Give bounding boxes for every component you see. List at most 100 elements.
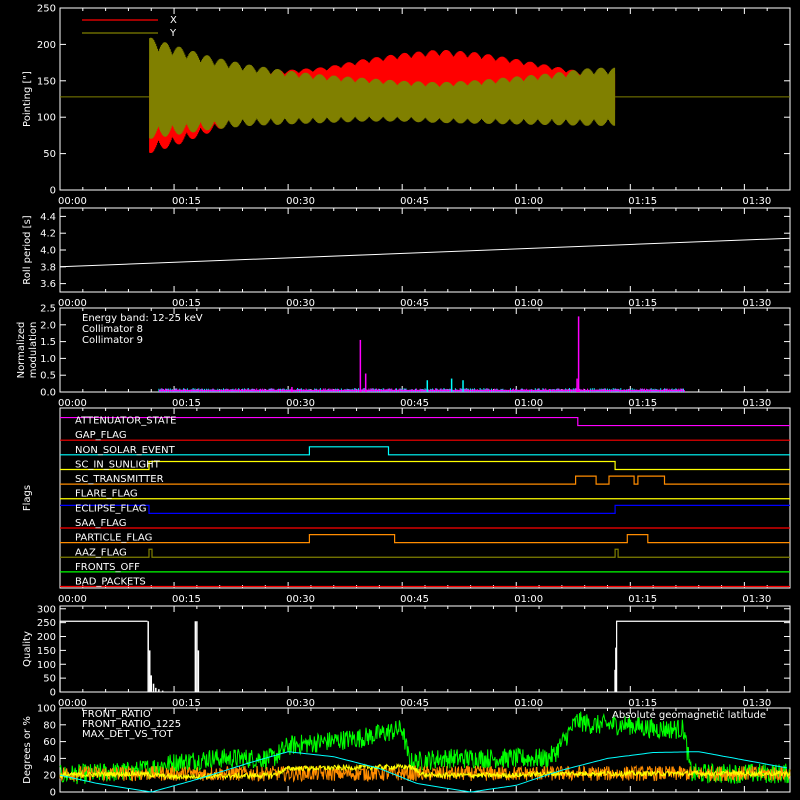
y-tick-label: 60 (43, 737, 56, 748)
y-tick-label: 20 (43, 771, 56, 782)
y-tick-label: 100 (37, 113, 56, 124)
panel-5: Degrees or %020406080100 FRONT_RATIOFRONT… (22, 704, 791, 799)
x-tick-label: 01:30 (742, 398, 771, 409)
legend-label-x: X (170, 15, 177, 26)
y-tick-label: 100 (37, 660, 56, 671)
x-tick-label: 00:45 (400, 398, 429, 409)
y-tick-label: 0 (50, 688, 56, 699)
y-axis-label: Degrees or % (22, 716, 33, 784)
x-tick-label: 01:30 (742, 698, 771, 709)
panel-4: Quality 0 50 100 150 200 250 300 00:00 00:15 00:30… (22, 604, 791, 709)
y-tick-label: 3.6 (40, 279, 56, 290)
flag-label-flare-flag: FLARE_FLAG (75, 489, 138, 500)
y-tick-label: 4.2 (40, 229, 56, 240)
flag-label-saa-flag: SAA_FLAG (75, 518, 126, 529)
y-tick-label: 0.5 (40, 371, 56, 382)
quicklook-chart: Pointing ["]05010015020025000:00 00:15 00:… (16, 4, 791, 799)
x-tick-label: 00:15 (172, 594, 201, 605)
legend-label-collimator: Collimator 8 (82, 324, 143, 335)
y-tick-label: 0 (50, 186, 56, 197)
y-tick-label: 300 (37, 604, 56, 615)
x-tick-label: 01:00 (514, 298, 543, 309)
roll-period-line (59, 237, 791, 268)
x-tick-label: 00:15 (172, 196, 201, 207)
legend-label-y: Y (169, 28, 177, 39)
flag-trace-sc-in-sunlight (60, 460, 790, 471)
x-tick-label: 00:15 (172, 298, 201, 309)
panel-frame (59, 605, 791, 693)
panel-3: Flags 00:00 00:15 00:30 00:45 01:00 01:15 01:30… (22, 407, 791, 605)
y-axis-label-line: modulation (28, 322, 39, 379)
x-tick-label: 01:00 (514, 594, 543, 605)
flag-label-particle-flag: PARTICLE_FLAG (75, 533, 152, 544)
panel-frame (59, 207, 791, 293)
y-tick-label: 0 (50, 788, 56, 799)
panel-2: Normalizedmodulation0.0 0.5 1.0 1.5 2.0 2.5 00… (16, 304, 791, 409)
y-axis-label: Pointing ["] (22, 71, 33, 127)
y-axis-label: Roll period [s] (22, 215, 33, 284)
y-tick-label: 200 (37, 632, 56, 643)
flag-label-aaz-flag: AAZ_FLAG (75, 547, 127, 558)
flag-label-sc-transmitter: SC_TRANSMITTER (75, 474, 164, 485)
flag-label-eclipse-flag: ECLIPSE_FLAG (75, 503, 146, 514)
x-tick-label: 00:00 (58, 298, 87, 309)
y-tick-label: 2.0 (40, 320, 56, 331)
legend-label-collimator: Collimator 9 (82, 335, 143, 346)
y-axis-label: Flags (22, 485, 33, 511)
flag-trace-aaz-flag (60, 548, 790, 558)
x-tick-label: 00:30 (286, 298, 315, 309)
x-tick-label: 00:00 (58, 594, 87, 605)
energy-band-annotation: Energy band: 12-25 keV (82, 313, 203, 324)
x-tick-label: 01:15 (628, 398, 657, 409)
flag-label-non-solar-event: NON_SOLAR_EVENT (75, 445, 176, 456)
flag-label-gap-flag: GAP_FLAG (75, 430, 127, 441)
y-tick-label: 4.4 (40, 212, 56, 223)
y-tick-label: 1.5 (40, 337, 56, 348)
y-axis-label-line: Normalized (16, 322, 27, 379)
x-tick-label: 01:15 (628, 698, 657, 709)
x-tick-label: 00:45 (400, 594, 429, 605)
y-tick-label: 80 (43, 720, 56, 731)
y-tick-label: 50 (43, 149, 56, 160)
y-tick-label: 200 (37, 40, 56, 51)
x-tick-label: 01:00 (514, 398, 543, 409)
y-tick-label: 40 (43, 754, 56, 765)
y-tick-label: 0.0 (40, 388, 56, 399)
x-tick-label: 00:30 (286, 698, 315, 709)
y-tick-label: 2.5 (40, 304, 56, 315)
panel-1: Roll period [s] 3.6 3.8 4.0 4.2 4.4 00:00 00:15… (22, 207, 791, 309)
flag-label-fronts-off: FRONTS_OFF (75, 562, 140, 573)
y-tick-label: 3.8 (40, 262, 56, 273)
flag-label-sc-in-sunlight: SC_IN_SUNLIGHT (75, 459, 161, 470)
x-tick-label: 01:00 (514, 196, 543, 207)
series-y-oscillation (149, 37, 616, 139)
x-tick-label: 00:30 (286, 196, 315, 207)
legend-label-geomagnetic-latitude: Absolute geomagnetic latitude (612, 710, 766, 721)
x-tick-label: 00:00 (58, 398, 87, 409)
flag-label-attenuator-state: ATTENUATOR_STATE (75, 416, 176, 427)
x-tick-label: 00:15 (172, 398, 201, 409)
y-tick-label: 1.0 (40, 354, 56, 365)
legend-label: MAX_DET_VS_TOT (82, 729, 174, 740)
y-tick-label: 50 (43, 674, 56, 685)
flag-label-bad-packets: BAD_PACKETS (75, 577, 146, 588)
y-axis-label: Quality (22, 631, 33, 667)
y-tick-label: 150 (37, 646, 56, 657)
flag-trace-eclipse-flag (60, 504, 790, 514)
panel-frame (59, 407, 791, 589)
x-tick-label: 00:00 (58, 196, 87, 207)
y-tick-label: 100 (37, 704, 56, 715)
y-tick-label: 4.0 (40, 246, 56, 257)
x-tick-label: 00:45 (400, 698, 429, 709)
x-tick-label: 00:45 (400, 196, 429, 207)
x-tick-label: 00:30 (286, 398, 315, 409)
x-tick-label: 00:15 (172, 698, 201, 709)
y-axis-label: Normalizedmodulation (16, 322, 39, 379)
x-tick-label: 00:00 (58, 698, 87, 709)
flag-trace-particle-flag (60, 534, 790, 544)
x-tick-label: 00:45 (400, 298, 429, 309)
x-tick-label: 01:15 (628, 196, 657, 207)
x-tick-label: 01:15 (628, 594, 657, 605)
x-tick-label: 01:30 (742, 594, 771, 605)
y-tick-label: 150 (37, 76, 56, 87)
